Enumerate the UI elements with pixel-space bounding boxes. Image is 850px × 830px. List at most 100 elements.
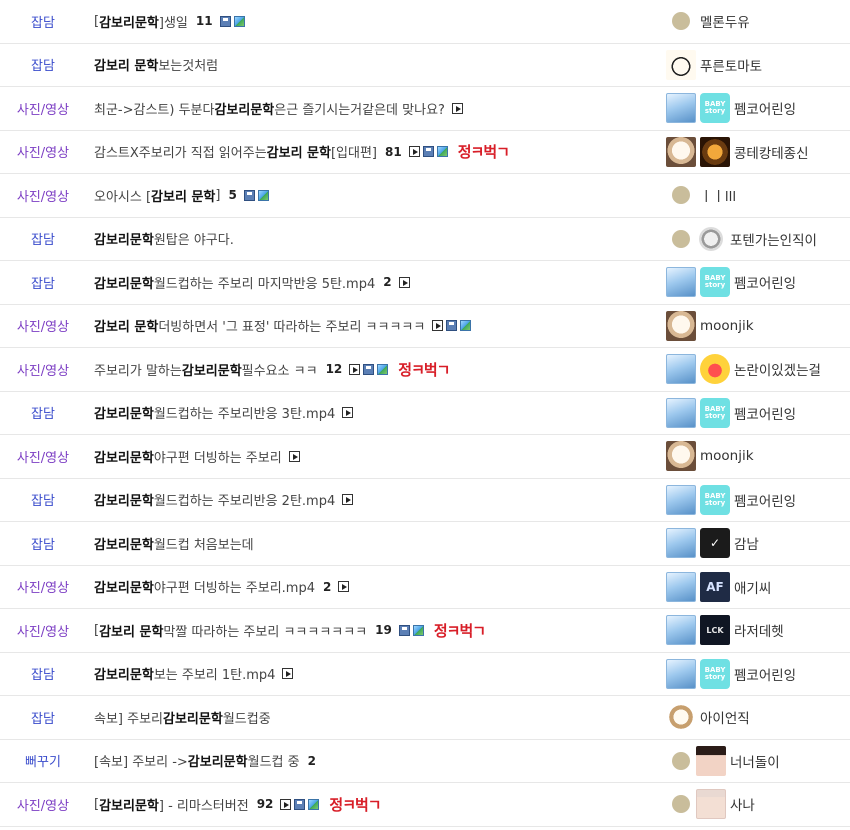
post-title-link[interactable]: 감스트X주보리가 직접 읽어주는 감보리 문학 [입대편] 81 정ㅋ벅ㄱ <box>94 131 660 174</box>
list-item[interactable]: 잡담 감보리문학 월드컵하는 주보리 마지막반응 5탄.mp4 2 BABY st… <box>0 261 850 305</box>
category-link[interactable]: 잡담 <box>0 653 86 696</box>
list-item[interactable]: 사진/영상 오아시스 [감보리 문학] 5 ㅣㅣlll <box>0 174 850 218</box>
author-nickname[interactable]: 애기씨 <box>734 577 771 597</box>
post-title-link[interactable]: 최군->감스트) 두분다 감보리문학 은근 즐기시는거같은데 맞나요? <box>94 87 660 130</box>
category-link[interactable]: 사진/영상 <box>0 566 86 609</box>
comment-count[interactable]: 11 <box>196 14 213 28</box>
comment-count[interactable]: 5 <box>228 188 236 202</box>
comment-count[interactable]: 12 <box>326 362 343 376</box>
comment-count[interactable]: 2 <box>383 275 391 289</box>
category-link[interactable]: 사진/영상 <box>0 348 86 391</box>
list-item[interactable]: 잡담 감보리문학 보는 주보리 1탄.mp4 BABY story 펨코어린잉 <box>0 653 850 696</box>
category-link[interactable]: 사진/영상 <box>0 435 86 478</box>
list-item[interactable]: 사진/영상 [감보리문학] - 리마스터버전 92 정ㅋ벅ㄱ 사나 <box>0 783 850 827</box>
author-nickname[interactable]: 아이언직 <box>700 707 750 727</box>
author[interactable]: AF 애기씨 <box>666 566 850 609</box>
post-title-link[interactable]: 오아시스 [감보리 문학] 5 <box>94 174 660 217</box>
author-nickname[interactable]: 펨코어린잉 <box>734 403 796 423</box>
author[interactable]: BABY story 펨코어린잉 <box>666 392 850 435</box>
author[interactable]: BABY story 펨코어린잉 <box>666 261 850 304</box>
category-link[interactable]: 잡담 <box>0 696 86 739</box>
post-title-link[interactable]: 감보리문학 월드컵하는 주보리반응 2탄.mp4 <box>94 479 660 522</box>
category-link[interactable]: 잡담 <box>0 0 86 43</box>
comment-count[interactable]: 92 <box>257 797 274 811</box>
list-item[interactable]: 사진/영상 주보리가 말하는 감보리문학 필수요소 ㅋㅋ 12 정ㅋ벅ㄱ 논란이… <box>0 348 850 392</box>
list-item[interactable]: 사진/영상 감보리문학 야구편 더빙하는 주보리.mp4 2 AF 애기씨 <box>0 566 850 609</box>
category-link[interactable]: 잡담 <box>0 261 86 304</box>
author-nickname[interactable]: ㅣㅣlll <box>700 185 736 205</box>
author-nickname[interactable]: 펨코어린잉 <box>734 490 796 510</box>
author-nickname[interactable]: 사나 <box>730 794 755 814</box>
post-title-link[interactable]: 감보리문학 월드컵하는 주보리 마지막반응 5탄.mp4 2 <box>94 261 660 304</box>
author-nickname[interactable]: 논란이있겠는걸 <box>734 359 821 379</box>
post-title-link[interactable]: 감보리문학 야구편 더빙하는 주보리.mp4 2 <box>94 566 660 609</box>
list-item[interactable]: 잡담 속보] 주보리 감보리문학 월드컵중 아이언직 <box>0 696 850 740</box>
author[interactable]: 아이언직 <box>666 696 850 739</box>
author[interactable]: 푸른토마토 <box>666 44 850 87</box>
category-link[interactable]: 사진/영상 <box>0 305 86 348</box>
post-title-link[interactable]: 속보] 주보리 감보리문학 월드컵중 <box>94 696 660 739</box>
author[interactable]: 콩테캉테종신 <box>666 131 850 174</box>
author[interactable]: 멜론두유 <box>666 0 850 43</box>
list-item[interactable]: 잡담 감보리 문학 보는것처럼 푸른토마토 <box>0 44 850 87</box>
category-link[interactable]: 잡담 <box>0 522 86 565</box>
author-nickname[interactable]: 펨코어린잉 <box>734 98 796 118</box>
author-nickname[interactable]: 콩테캉테종신 <box>734 142 809 162</box>
list-item[interactable]: 사진/영상 감스트X주보리가 직접 읽어주는 감보리 문학 [입대편] 81 정… <box>0 131 850 174</box>
post-title-link[interactable]: 주보리가 말하는 감보리문학 필수요소 ㅋㅋ 12 정ㅋ벅ㄱ <box>94 348 660 391</box>
post-title-link[interactable]: 감보리문학 보는 주보리 1탄.mp4 <box>94 653 660 696</box>
author[interactable]: ✓ 감남 <box>666 522 850 565</box>
author-nickname[interactable]: 감남 <box>734 533 759 553</box>
list-item[interactable]: 잡담 감보리문학 월드컵하는 주보리반응 3탄.mp4 BABY story 펨코… <box>0 392 850 435</box>
category-link[interactable]: 사진/영상 <box>0 783 86 826</box>
comment-count[interactable]: 19 <box>375 623 392 637</box>
post-title-link[interactable]: 감보리문학 월드컵 처음보는데 <box>94 522 660 565</box>
author-nickname[interactable]: 펨코어린잉 <box>734 664 796 684</box>
category-link[interactable]: 사진/영상 <box>0 609 86 652</box>
list-item[interactable]: 잡담 [감보리문학]생일 11 멜론두유 <box>0 0 850 44</box>
category-link[interactable]: 사진/영상 <box>0 131 86 174</box>
category-link[interactable]: 사진/영상 <box>0 87 86 130</box>
post-title-link[interactable]: [감보리문학]생일 11 <box>94 0 660 43</box>
author[interactable]: moonjik <box>666 435 850 478</box>
author-nickname[interactable]: moonjik <box>700 318 754 334</box>
post-title-link[interactable]: [감보리문학] - 리마스터버전 92 정ㅋ벅ㄱ <box>94 783 660 826</box>
category-link[interactable]: 뻐꾸기 <box>0 740 86 783</box>
post-title-link[interactable]: 감보리문학 월드컵하는 주보리반응 3탄.mp4 <box>94 392 660 435</box>
author-nickname[interactable]: moonjik <box>700 448 754 464</box>
comment-count[interactable]: 81 <box>385 145 402 159</box>
post-title-link[interactable]: 감보리문학 야구편 더빙하는 주보리 <box>94 435 660 478</box>
list-item[interactable]: 사진/영상 감보리 문학 더빙하면서 '그 표정' 따라하는 주보리 ㅋㅋㅋㅋㅋ… <box>0 305 850 348</box>
category-link[interactable]: 잡담 <box>0 218 86 261</box>
author[interactable]: 사나 <box>666 783 850 826</box>
author-nickname[interactable]: 포텐가는인직이 <box>730 229 817 249</box>
author[interactable]: BABY story 펨코어린잉 <box>666 653 850 696</box>
author-nickname[interactable]: 푸른토마토 <box>700 55 762 75</box>
list-item[interactable]: 사진/영상 [감보리 문학 막짤 따라하는 주보리 ㅋㅋㅋㅋㅋㅋㅋ 19 정ㅋ벅… <box>0 609 850 653</box>
author[interactable]: 너너돌이 <box>666 740 850 783</box>
author-nickname[interactable]: 너너돌이 <box>730 751 780 771</box>
author[interactable]: ㅣㅣlll <box>666 174 850 217</box>
category-link[interactable]: 잡담 <box>0 479 86 522</box>
post-title-link[interactable]: [속보] 주보리 -> 감보리문학 월드컵 중 2 <box>94 740 660 783</box>
author[interactable]: 논란이있겠는걸 <box>666 348 850 391</box>
author-nickname[interactable]: 펨코어린잉 <box>734 272 796 292</box>
comment-count[interactable]: 2 <box>323 580 331 594</box>
author-nickname[interactable]: 멜론두유 <box>700 11 750 31</box>
comment-count[interactable]: 2 <box>308 754 316 768</box>
list-item[interactable]: 사진/영상 최군->감스트) 두분다 감보리문학 은근 즐기시는거같은데 맞나요… <box>0 87 850 131</box>
post-title-link[interactable]: 감보리문학 원탑은 야구다. <box>94 218 660 261</box>
category-link[interactable]: 잡담 <box>0 392 86 435</box>
author[interactable]: BABY story 펨코어린잉 <box>666 479 850 522</box>
list-item[interactable]: 잡담 감보리문학 월드컵하는 주보리반응 2탄.mp4 BABY story 펨코… <box>0 479 850 522</box>
author-nickname[interactable]: 라저데헷 <box>734 620 784 640</box>
list-item[interactable]: 잡담 감보리문학 월드컵 처음보는데 ✓ 감남 <box>0 522 850 566</box>
category-link[interactable]: 사진/영상 <box>0 174 86 217</box>
list-item[interactable]: 사진/영상 감보리문학 야구편 더빙하는 주보리 moonjik <box>0 435 850 479</box>
category-link[interactable]: 잡담 <box>0 44 86 87</box>
author[interactable]: LCK 라저데헷 <box>666 609 850 652</box>
author[interactable]: moonjik <box>666 305 850 348</box>
list-item[interactable]: 잡담 감보리문학 원탑은 야구다. 포텐가는인직이 <box>0 218 850 261</box>
post-title-link[interactable]: 감보리 문학 보는것처럼 <box>94 44 660 87</box>
author[interactable]: BABY story 펨코어린잉 <box>666 87 850 130</box>
